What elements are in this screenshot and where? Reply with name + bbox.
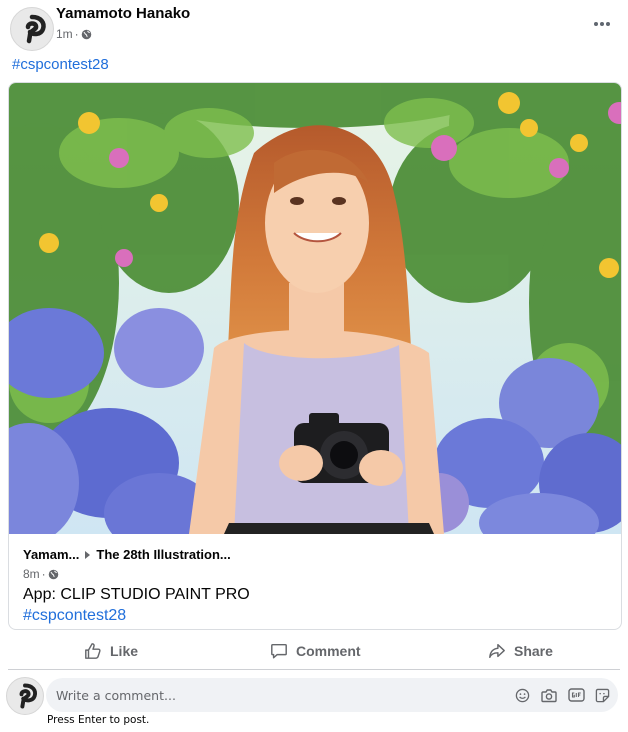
post-artwork-image[interactable] [9,83,622,534]
card-group-name[interactable]: The 28th Illustration... [96,547,230,562]
share-button[interactable]: Share [488,638,553,664]
card-time[interactable]: 8m [23,567,40,581]
caret-right-icon [85,550,91,559]
commenter-avatar[interactable] [6,677,44,715]
author-avatar[interactable] [10,7,54,51]
post-time[interactable]: 1m [56,27,73,41]
post-hashtag[interactable]: #cspcontest28 [12,56,109,73]
comment-label: Comment [296,643,361,659]
card-text: App: CLIP STUDIO PAINT PRO [23,586,250,603]
share-label: Share [514,643,553,659]
like-label: Like [110,643,139,659]
post-action-bar: Like Comment Share [8,632,620,670]
meta-separator: · [74,27,79,41]
meta-separator: · [41,567,46,581]
comment-input[interactable] [56,678,486,712]
sticker-icon[interactable] [592,685,612,705]
card-body: Yamam... The 28th Illustration... 8m · A… [9,534,621,629]
post-header: Yamamoto Hanako 1m · [0,0,628,52]
clip-studio-logo-icon [25,14,46,44]
gif-icon[interactable] [566,685,586,705]
author-name[interactable]: Yamamoto Hanako [56,5,190,22]
like-button[interactable]: Like [84,638,138,664]
post-meta: 1m · [56,27,92,41]
shared-post-card[interactable]: Yamam... The 28th Illustration... 8m · A… [8,82,622,630]
comment-composer[interactable] [46,678,618,712]
more-options-button[interactable] [586,10,618,38]
globe-icon[interactable] [48,569,59,580]
globe-icon[interactable] [81,29,92,40]
card-meta: 8m · [23,567,59,581]
share-icon [489,643,505,659]
card-author-name[interactable]: Yamam... [23,547,79,562]
comment-button[interactable]: Comment [270,638,361,664]
emoji-icon[interactable] [512,685,532,705]
card-hashtag[interactable]: #cspcontest28 [23,607,126,625]
thumbs-up-icon [85,643,101,659]
card-breadcrumb: Yamam... The 28th Illustration... [23,547,231,562]
clip-studio-logo-icon [19,683,38,709]
more-horizontal-icon [594,22,598,26]
comment-hint: Press Enter to post. [47,714,150,726]
camera-icon[interactable] [539,685,559,705]
comment-icon [271,643,287,659]
